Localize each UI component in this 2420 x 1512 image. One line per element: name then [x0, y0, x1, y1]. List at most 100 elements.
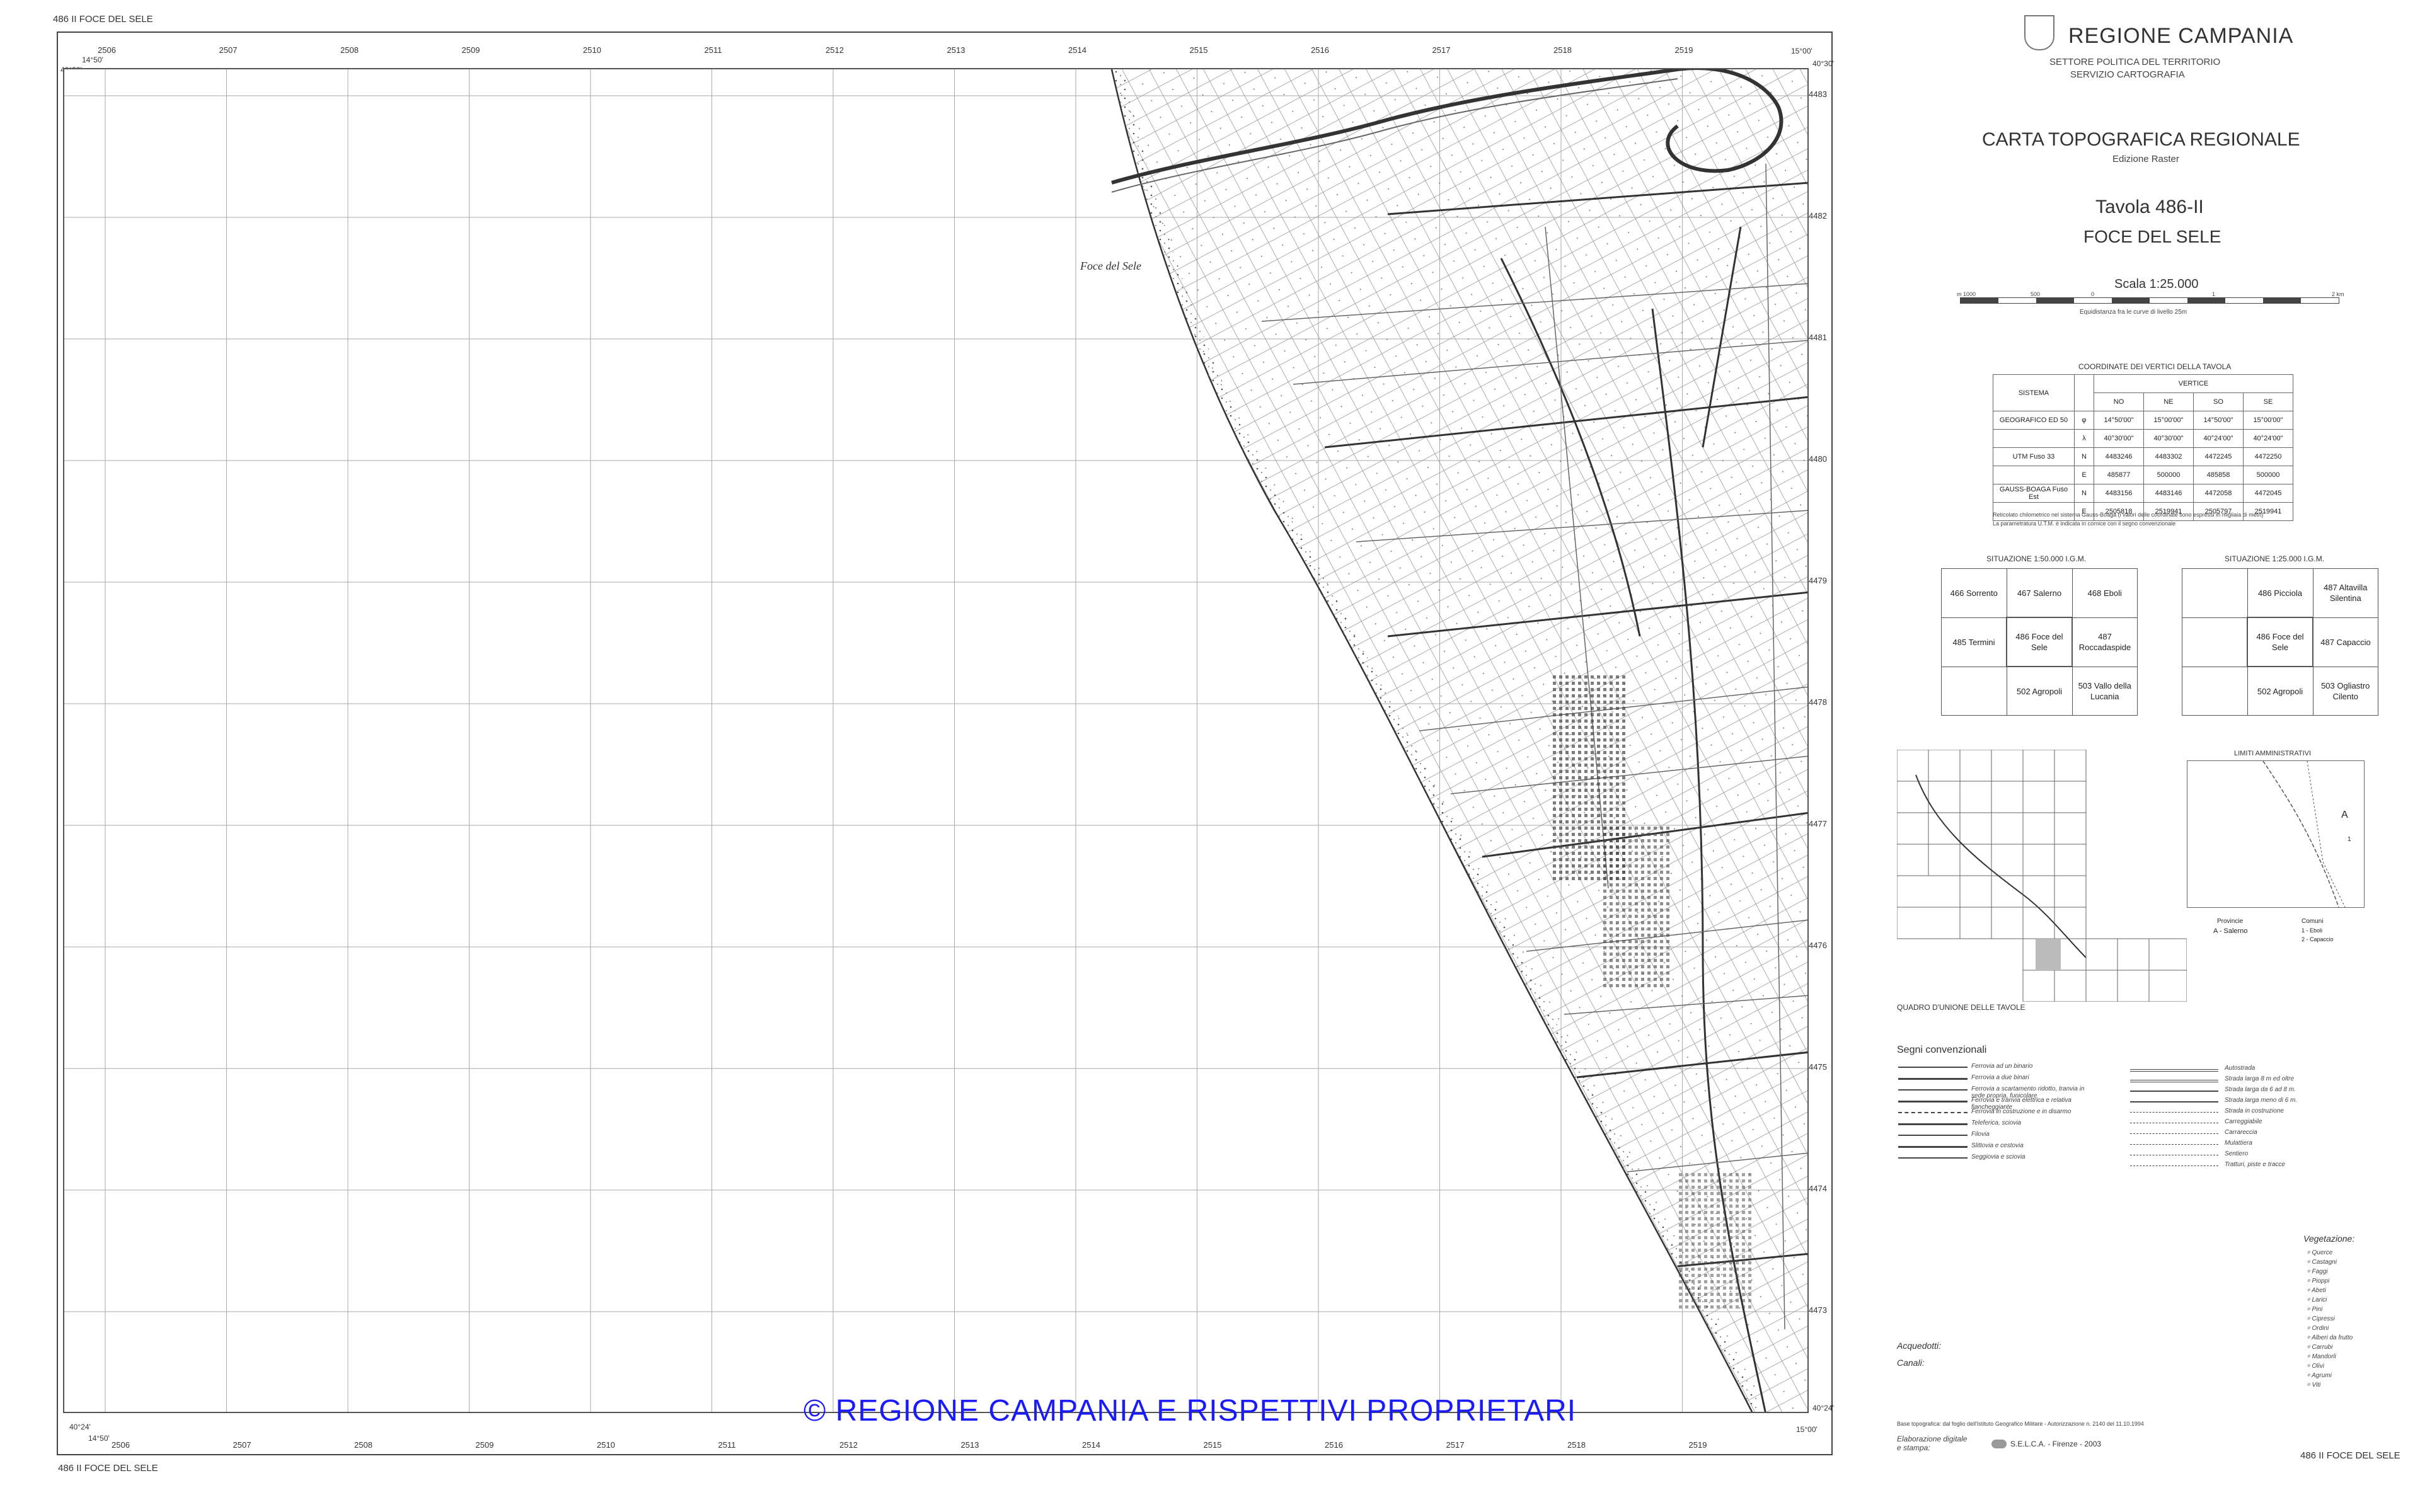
segni-right-item: Autostrada — [2225, 1065, 2256, 1072]
sit50-title: SITUAZIONE 1:50.000 I.G.M. — [1986, 554, 2087, 563]
scale-label: Scala 1:25.000 — [2114, 277, 2199, 291]
situation-cell — [2182, 617, 2248, 667]
vertici-value-cell: 40°24'00" — [2243, 429, 2293, 448]
provincie-value: A - Salerno — [2213, 927, 2248, 935]
comuni-value-1: 1 - Eboli — [2302, 927, 2323, 934]
top-tick-label: 2511 — [704, 45, 722, 55]
top-tick-label: 2506 — [98, 45, 116, 55]
segni-right-item: Mulattiera — [2225, 1140, 2252, 1147]
selca-credit: S.E.L.C.A. - Firenze - 2003 — [2010, 1440, 2102, 1448]
bottom-tick-label: 2517 — [1446, 1440, 1465, 1450]
situation-cell: 468 Eboli — [2071, 568, 2138, 618]
vertici-value-cell: 15°00'00" — [2243, 411, 2293, 430]
vertici-value-cell: 4483302 — [2143, 447, 2194, 466]
map-canvas[interactable]: Foce del Sele — [63, 68, 1809, 1413]
bottom-tick-label: 2509 — [475, 1440, 494, 1450]
right-tick-label: 4479 — [1809, 576, 1827, 585]
vertici-title: COORDINATE DEI VERTICI DELLA TAVOLA — [2078, 362, 2232, 371]
vertici-value-cell: 40°30'00" — [2094, 429, 2144, 448]
scale-bar-label: 1 — [2212, 291, 2216, 297]
vertici-row: E 485877 500000 485858 500000 — [1993, 466, 2293, 484]
right-tick-label: 4473 — [1809, 1305, 1827, 1315]
right-tick-label: 4480 — [1809, 454, 1827, 464]
vertici-symbol-cell: λ — [2074, 429, 2094, 448]
vertici-value-cell: 14°50'00" — [2094, 411, 2144, 430]
situation-cell: 503 Vallo della Lucania — [2071, 666, 2138, 716]
quadro-unione-map — [1896, 749, 2187, 1002]
situation-cell: 486 Foce del Sele — [2006, 617, 2073, 667]
bottom-tick-label: 2507 — [233, 1440, 251, 1450]
corner-bl-lat: 40°24' — [69, 1423, 91, 1431]
top-tick-label: 2514 — [1068, 45, 1086, 55]
vertici-value-cell: 500000 — [2243, 466, 2293, 484]
canali-label: Canali: — [1897, 1358, 1925, 1368]
vertici-row: GEOGRAFICO ED 50 φ 14°50'00" 15°00'00" 14°50… — [1993, 411, 2293, 430]
right-tick-label: 4475 — [1809, 1062, 1827, 1072]
bottom-tick-label: 2511 — [718, 1440, 736, 1450]
quadro-unione — [1896, 749, 2187, 1005]
vegetazione-item: ⸰ Castagni — [2307, 1259, 2337, 1266]
segni-line-symbol — [2130, 1080, 2218, 1082]
vertici-head-vertice: VERTICE — [2094, 374, 2293, 393]
quadro-title: QUADRO D'UNIONE DELLE TAVOLE — [1897, 1003, 2025, 1012]
segni-line-symbol — [2130, 1144, 2218, 1145]
top-tick-label: 2516 — [1311, 45, 1329, 55]
bottom-tick-label: 2519 — [1688, 1440, 1707, 1450]
vertici-system-cell — [1993, 429, 2075, 448]
right-tick-label: 4476 — [1809, 941, 1827, 950]
vertici-head-no: NO — [2094, 392, 2144, 411]
vertici-system-cell: UTM Fuso 33 — [1993, 447, 2075, 466]
right-tick-label: 4482 — [1809, 211, 1827, 220]
situation-row: 502 Agropoli 503 Ogliastro Cilento — [2182, 666, 2378, 716]
sheet-label-bottom-left: 486 II FOCE DEL SELE — [58, 1463, 158, 1474]
sheet-label-bottom-right: 486 II FOCE DEL SELE — [2300, 1450, 2400, 1461]
vertici-value-cell: 4472250 — [2243, 447, 2293, 466]
segni-left-item: Teleferica, sciovia — [1971, 1120, 2022, 1126]
map-title: CARTA TOPOGRAFICA REGIONALE — [1982, 129, 2300, 150]
top-tick-label: 2517 — [1432, 45, 1451, 55]
vertici-value-cell: 4472058 — [2193, 484, 2244, 503]
segni-right-item: Strada larga da 6 ad 8 m. — [2225, 1086, 2296, 1093]
vegetazione-item: ⸰ Larici — [2307, 1297, 2327, 1303]
scale-bar-label: 2 km — [2332, 291, 2344, 297]
vertici-symbol-cell: φ — [2074, 411, 2094, 430]
vertici-system-cell — [1993, 466, 2075, 484]
vertici-system-cell: GEOGRAFICO ED 50 — [1993, 411, 2075, 430]
scale-bar-label: 500 — [2031, 291, 2041, 297]
segni-right-item: Carreggiabile — [2225, 1118, 2262, 1125]
segni-left-item: Ferrovia a due binari — [1971, 1074, 2029, 1081]
sheet-name: FOCE DEL SELE — [2083, 227, 2221, 246]
right-tick-label: 4478 — [1809, 697, 1827, 707]
segni-right-item: Sentiero — [2225, 1150, 2249, 1157]
situation-cell: 487 Capaccio — [2312, 617, 2378, 667]
segni-right-item: Strada larga meno di 6 m. — [2225, 1097, 2298, 1104]
segni-line-symbol — [2130, 1133, 2218, 1134]
situation-cell: 485 Termini — [1941, 617, 2007, 667]
corner-bl-lon: 14°50' — [88, 1434, 110, 1443]
sit50-grid: 466 Sorrento 467 Salerno 468 Eboli 485 Term… — [1941, 568, 2138, 716]
vertici-symbol-cell: N — [2074, 484, 2094, 503]
vegetazione-item: ⸰ Carrubi — [2307, 1344, 2333, 1351]
segni-line-symbol — [1898, 1135, 1968, 1136]
tavola-number: Tavola 486-II — [2095, 197, 2204, 217]
situation-cell — [2182, 568, 2248, 618]
vertici-value-cell: 4472045 — [2243, 484, 2293, 503]
vertici-row: λ 40°30'00" 40°30'00" 40°24'00" 40°24'00" — [1993, 429, 2293, 448]
vertici-head-so: SO — [2193, 392, 2244, 411]
vertici-symbol-cell: N — [2074, 447, 2094, 466]
segni-line-symbol — [2130, 1091, 2218, 1092]
copyright-notice: © REGIONE CAMPANIA E RISPETTIVI PROPRIET… — [804, 1394, 1577, 1428]
top-tick-label: 2519 — [1674, 45, 1693, 55]
situation-row: 502 Agropoli 503 Vallo della Lucania — [1941, 666, 2138, 716]
top-tick-label: 2518 — [1553, 45, 1572, 55]
vertici-value-cell: 4472245 — [2193, 447, 2244, 466]
vertici-symbol-cell: E — [2074, 466, 2094, 484]
vertici-table: SISTEMA VERTICE NO NE SO SE GEOGRAFICO E… — [1993, 374, 2293, 521]
dept-line-2: SERVIZIO CARTOGRAFIA — [2070, 69, 2185, 80]
vertici-value-cell: 14°50'00" — [2193, 411, 2244, 430]
equidistance-note: Equidistanza fra le curve di livello 25m — [2080, 309, 2187, 316]
topographic-map: Foce del Sele — [64, 69, 1807, 1412]
vegetazione-item: ⸰ Pioppi — [2307, 1278, 2330, 1285]
segni-line-symbol — [1898, 1112, 1968, 1113]
map-place-label: Foce del Sele — [1080, 260, 1141, 272]
